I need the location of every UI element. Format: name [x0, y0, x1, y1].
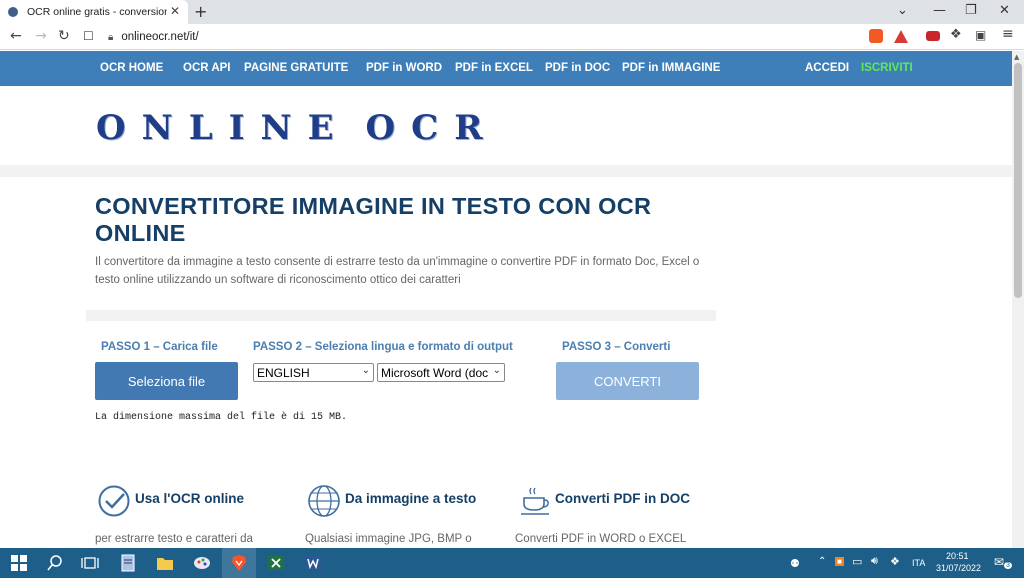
extension-icon[interactable]: [926, 31, 940, 41]
notification-badge: 3: [1004, 562, 1012, 569]
feature-title-image-to-text: Da immagine a testo: [345, 491, 477, 506]
browser-menu-icon[interactable]: ≡: [1002, 26, 1016, 42]
windows-taskbar: ⚉ ⌃ ■ ▭ 🔊︎ ❖ ITA 20:51 31/07/2022 ✉ 3: [0, 548, 1024, 578]
logo-letter: C: [411, 108, 441, 148]
globe-icon: [308, 485, 340, 517]
network-icon[interactable]: ▭: [852, 555, 862, 568]
logo-letter: N: [141, 108, 175, 148]
scroll-up-icon[interactable]: ▲: [1014, 53, 1019, 61]
chevron-up-icon[interactable]: ⌃: [818, 556, 826, 567]
volume-icon[interactable]: 🔊︎: [871, 555, 878, 568]
nav-ocr-api[interactable]: OCR API: [183, 62, 231, 74]
logo-letter: O: [365, 108, 398, 148]
url-text: onlineocr.net/it/: [121, 31, 199, 43]
lock-icon: 🔒︎: [108, 31, 114, 43]
nav-pdf-word[interactable]: PDF in WORD: [366, 62, 442, 74]
feature-title-pdf-doc: Converti PDF in DOC: [555, 491, 691, 506]
site-favicon-icon: [8, 7, 18, 17]
scroll-thumb[interactable]: [1014, 63, 1022, 298]
feature-text-image-to-text: Qualsiasi immagine JPG, BMP o: [305, 533, 472, 545]
feature-title-ocr-online: Usa l'OCR online: [135, 491, 244, 506]
feature-text-ocr-online: per estrarre testo e caratteri da: [95, 533, 253, 545]
nav-pdf-excel[interactable]: PDF in EXCEL: [455, 62, 533, 74]
search-icon[interactable]: [46, 554, 64, 572]
notepad-icon[interactable]: [119, 554, 137, 572]
brave-shields-icon[interactable]: [869, 29, 883, 43]
page-scrollbar[interactable]: ▲: [1012, 51, 1024, 548]
chevron-down-icon: ⌄: [492, 365, 501, 376]
logo-letter: N: [260, 108, 294, 148]
page-description: Il convertitore da immagine a testo cons…: [95, 256, 700, 286]
language-selected: ENGLISH: [257, 365, 310, 380]
back-arrow-icon[interactable]: ←: [10, 28, 22, 44]
task-view-icon[interactable]: [81, 554, 99, 572]
max-file-size-note: La dimensione massima del file è di 15 M…: [95, 412, 348, 423]
check-circle-icon: [98, 485, 130, 517]
bookmark-icon[interactable]: ☐: [83, 29, 94, 43]
browser-toolbar: ← → ↻ ☐ 🔒︎ onlineocr.net/it/ ❖ ▣ ≡: [0, 24, 1024, 50]
register-link[interactable]: ISCRIVITI: [861, 62, 913, 74]
format-selected: Microsoft Word (doc: [381, 365, 489, 380]
logo-area: O N L I N E O C R: [0, 86, 1012, 165]
step-2-label: PASSO 2 – Seleziona lingua e formato di …: [253, 341, 513, 353]
nav-pdf-doc[interactable]: PDF in DOC: [545, 62, 610, 74]
people-icon[interactable]: ⚉: [790, 557, 800, 570]
extensions-puzzle-icon[interactable]: ❖: [950, 27, 964, 42]
brave-browser-icon[interactable]: [230, 554, 248, 572]
logo-letter: R: [454, 108, 485, 148]
new-tab-button[interactable]: +: [194, 2, 207, 21]
language-select[interactable]: ENGLISH ⌄: [253, 363, 374, 382]
nav-ocr-home[interactable]: OCR HOME: [100, 62, 163, 74]
logo-letter: O: [96, 108, 128, 148]
nav-pdf-image[interactable]: PDF in IMMAGINE: [622, 62, 720, 74]
select-file-button[interactable]: Seleziona file: [95, 362, 238, 400]
login-link[interactable]: ACCEDI: [805, 62, 849, 74]
restore-button[interactable]: ❐: [965, 3, 977, 18]
forward-arrow-icon[interactable]: →: [35, 28, 47, 44]
tab-title: OCR online gratis - conversione Im: [27, 6, 167, 18]
browser-tab[interactable]: OCR online gratis - conversione Im ✕: [0, 0, 188, 24]
output-format-select[interactable]: Microsoft Word (doc ⌄: [377, 363, 505, 382]
file-explorer-icon[interactable]: [156, 554, 174, 572]
feature-text-pdf-doc: Converti PDF in WORD o EXCEL: [515, 533, 687, 545]
brave-rewards-icon[interactable]: [894, 30, 908, 43]
reload-icon[interactable]: ↻: [58, 28, 70, 44]
tab-search-icon[interactable]: ⌄: [897, 3, 908, 18]
chevron-down-icon: ⌄: [361, 365, 370, 376]
clock-date[interactable]: 31/07/2022: [936, 563, 981, 573]
logo-letter: I: [228, 108, 247, 148]
logo-letter: E: [307, 108, 336, 148]
address-bar[interactable]: 🔒︎ onlineocr.net/it/: [108, 27, 860, 47]
notification-icon[interactable]: ✉: [994, 555, 1004, 569]
tab-close-icon[interactable]: ✕: [170, 4, 180, 18]
step-1-label: PASSO 1 – Carica file: [101, 341, 218, 353]
convert-button[interactable]: CONVERTI: [556, 362, 699, 400]
word-icon[interactable]: [304, 554, 322, 572]
language-indicator[interactable]: ITA: [912, 558, 925, 568]
online-ocr-logo[interactable]: O N L I N E O C R: [96, 108, 498, 148]
header-divider: [0, 165, 1012, 177]
site-navigation: OCR HOME OCR API PAGINE GRATUITE PDF in …: [0, 51, 1012, 86]
nav-free-pages[interactable]: PAGINE GRATUITE: [244, 62, 348, 74]
close-window-button[interactable]: ✕: [999, 3, 1010, 18]
tray-app-icon[interactable]: ■: [835, 557, 844, 566]
excel-icon[interactable]: [267, 554, 285, 572]
page-title: CONVERTITORE IMMAGINE IN TESTO CON OCR O…: [95, 193, 652, 246]
logo-letter: L: [188, 108, 215, 148]
clock-time[interactable]: 20:51: [946, 551, 969, 561]
browser-tab-bar: OCR online gratis - conversione Im ✕ + ⌄…: [0, 0, 1024, 24]
step-3-label: PASSO 3 – Converti: [562, 341, 671, 353]
minimize-button[interactable]: —: [933, 3, 946, 18]
section-divider: [86, 310, 716, 321]
windows-start-icon[interactable]: [10, 554, 28, 572]
coffee-cup-icon: [521, 487, 549, 515]
paint-icon[interactable]: [193, 554, 211, 572]
dropbox-icon[interactable]: ❖: [890, 555, 900, 568]
wallet-icon[interactable]: ▣: [975, 28, 989, 42]
